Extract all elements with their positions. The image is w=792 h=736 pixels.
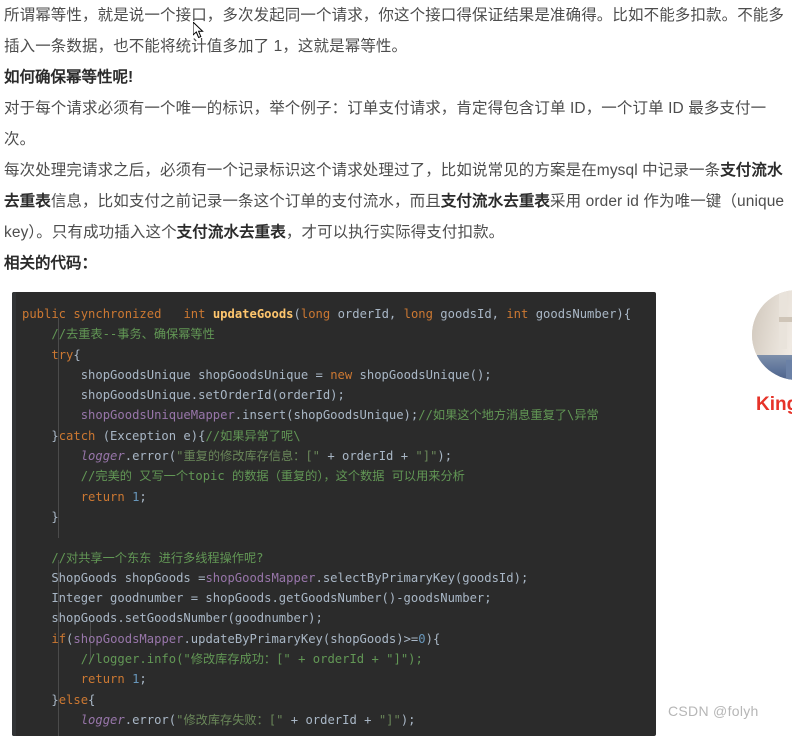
code-content[interactable]: public synchronized int updateGoods(long… (12, 300, 656, 730)
code-line: if(shopGoodsMapper.updateByPrimaryKey(sh… (51, 631, 441, 646)
code-line: Integer goodnumber = shopGoods.getGoodsN… (22, 591, 492, 606)
paragraph-definition-text: 所谓幂等性，就是说一个接口，多次发起同一个请求，你这个接口得保证结果是准确得。比… (4, 7, 785, 55)
heading-how-to-ensure-text: 如何确保幂等性呢! (4, 69, 134, 86)
code-line: } (22, 509, 59, 524)
avatar-foreground-2 (786, 360, 792, 380)
code-line: public synchronized int updateGoods(long… (22, 307, 632, 321)
code-line: try{ (51, 347, 81, 362)
code-line: shopGoods.setGoodsNumber(goodnumber); (22, 611, 323, 626)
code-line: shopGoodsUnique shopGoodsUnique = new sh… (22, 367, 492, 382)
dedup-seg-2: 信息，比如支付之前记录一条这个订单的支付流水，而且 (50, 193, 441, 210)
code-line: logger.error("修改库存失败：[" + orderId + "]")… (80, 712, 416, 727)
author-nickname[interactable]: King (756, 394, 792, 416)
watermark: CSDN @folyh (668, 703, 759, 719)
dedup-bold-2: 支付流水去重表 (440, 193, 551, 210)
paragraph-dedup-table: 每次处理完请求之后，必须有一个记录标识这个请求处理过了，比如说常见的方案是在my… (2, 155, 792, 248)
heading-related-code: 相关的代码： (2, 248, 790, 279)
code-line: shopGoodsUniqueMapper.insert(shopGoodsUn… (80, 408, 599, 423)
paragraph-definition: 所谓幂等性，就是说一个接口，多次发起同一个请求，你这个接口得保证结果是准确得。比… (2, 0, 790, 62)
code-line: //对共享一个东东 进行多线程操作呢? (51, 550, 264, 565)
dedup-bold-3: 支付流水去重表 (176, 224, 286, 241)
code-line: //完美的 又写一个topic 的数据（重复的），这个数据 可以用来分析 (80, 469, 465, 484)
dedup-seg-4: ，才可以执行实际得支付扣款。 (285, 224, 505, 241)
author-avatar-wrap[interactable] (752, 290, 792, 380)
code-line: //logger.info("修改库存成功：[" + orderId + "]"… (80, 652, 423, 667)
heading-related-code-text: 相关的代码： (4, 255, 98, 272)
avatar-shelf-part (779, 317, 792, 322)
heading-how-to-ensure: 如何确保幂等性呢! (2, 62, 790, 93)
paragraph-unique-id: 对于每个请求必须有一个唯一的标识，举个例子：订单支付请求，肯定得包含订单 ID，… (2, 93, 790, 155)
code-line: shopGoodsUnique.setOrderId(orderId); (22, 388, 345, 403)
code-line: ShopGoods shopGoods =shopGoodsMapper.sel… (22, 570, 529, 585)
avatar[interactable] (752, 290, 792, 380)
code-line: return 1; (80, 489, 147, 504)
code-line: return 1; (80, 672, 147, 687)
paragraph-unique-id-text: 对于每个请求必须有一个唯一的标识，举个例子：订单支付请求，肯定得包含订单 ID，… (4, 100, 767, 148)
code-line: //去重表--事务、确保幂等性 (51, 327, 215, 342)
code-line: }else{ (22, 692, 96, 707)
dedup-seg-1: 每次处理完请求之后，必须有一个记录标识这个请求处理过了，比如说常见的方案是在my… (4, 162, 721, 179)
code-line: }catch (Exception e){//如果异常了呢\ (22, 428, 301, 443)
code-line: logger.error("重复的修改库存信息：[" + orderId + "… (80, 449, 453, 464)
code-block[interactable]: public synchronized int updateGoods(long… (12, 292, 656, 736)
